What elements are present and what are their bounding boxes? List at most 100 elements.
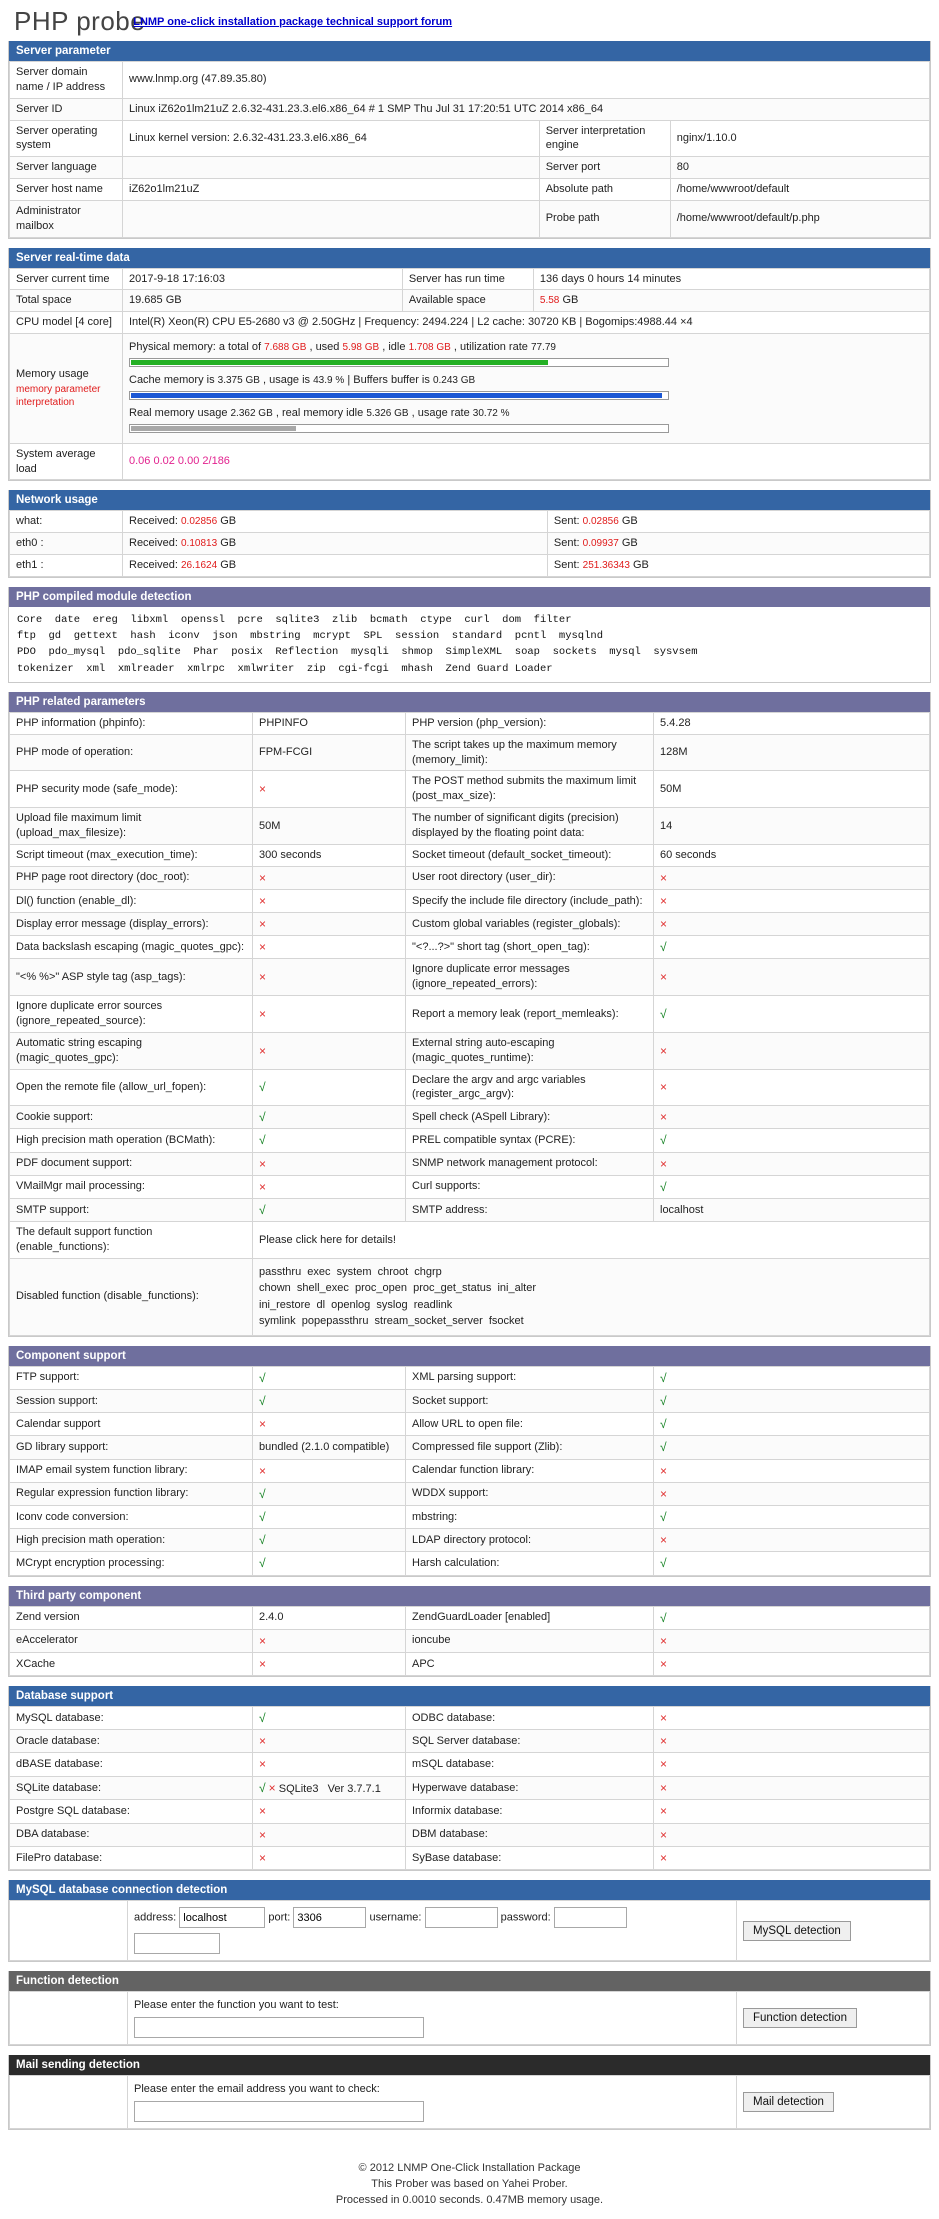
- network-received-cell: Received: 0.02856 GB: [122, 510, 548, 534]
- row-label-2: Specify the include file directory (incl…: [405, 888, 654, 914]
- mysql-port-input[interactable]: [293, 1907, 367, 1929]
- row-label: Server host name: [9, 178, 123, 201]
- php-params-table: PHP information (phpinfo): PHPINFO PHP ver…: [9, 711, 930, 1336]
- table-row: eth0 : Received: 0.10813 GB Sent: 0.0993…: [9, 532, 931, 556]
- row-label-1: DBA database:: [9, 1822, 253, 1847]
- mysql-password-input[interactable]: [553, 1907, 627, 1929]
- mysql-address-input[interactable]: [179, 1907, 266, 1929]
- row-value-1: √: [252, 1068, 406, 1107]
- row-value-1: ×: [252, 1458, 406, 1483]
- php-probe-page: PHP probeLNMP one-click installation pac…: [0, 0, 939, 2219]
- third-party-table: Zend version 2.4.0 ZendGuardLoader [enable…: [9, 1605, 930, 1677]
- php-modules-list: Core date ereg libxml openssl pcre sqlit…: [17, 613, 698, 675]
- row-value-2: √: [653, 995, 930, 1033]
- row-label-2: LDAP directory protocol:: [405, 1528, 654, 1553]
- table-row: Server operating system Linux kernel ver…: [9, 119, 931, 158]
- php-modules-title: PHP compiled module detection: [9, 586, 930, 607]
- server-parameter-section: Server parameter Server domain name / IP…: [8, 41, 931, 239]
- cache-memory-progressbar: [129, 390, 669, 400]
- real-idle: 5.326 GB: [366, 407, 409, 419]
- mysql-fields-cell: address: port: username: password:: [127, 1900, 737, 1962]
- row-label-1: Script timeout (max_execution_time):: [9, 843, 253, 867]
- mysql-extra-input[interactable]: [134, 1933, 220, 1955]
- row-value-2: ×: [653, 1729, 930, 1754]
- function-detection-input[interactable]: [134, 2016, 424, 2038]
- mail-spacer: [9, 2074, 128, 2129]
- table-row: what: Received: 0.02856 GB Sent: 0.02856…: [9, 510, 931, 534]
- mail-detection-prompt: Please enter the email address you want …: [134, 2082, 380, 2095]
- server-parameter-table: Server domain name / IP address www.lnmp…: [9, 61, 931, 238]
- row-value-1: ×: [252, 1628, 406, 1653]
- row-label-1: eAccelerator: [9, 1628, 253, 1653]
- mail-detection-input[interactable]: [134, 2100, 424, 2122]
- physical-rate: 77.79: [530, 342, 556, 354]
- table-row: eAccelerator × ioncube ×: [9, 1628, 930, 1653]
- table-row: Server domain name / IP address www.lnmp…: [9, 61, 930, 99]
- row-label-1: FTP support:: [9, 1365, 253, 1391]
- row-value-1: 50M: [252, 807, 406, 845]
- row-value-1: √: [252, 1197, 406, 1223]
- php-modules-section: PHP compiled module detection Core date …: [8, 586, 931, 683]
- row-label: Server ID: [9, 97, 123, 121]
- row-label-2: Probe path: [538, 199, 671, 238]
- available-space-label: Available space: [401, 289, 534, 313]
- row-label-1: SQLite database:: [9, 1775, 253, 1801]
- third-party-body: Zend version 2.4.0 ZendGuardLoader [enable…: [9, 1605, 930, 1677]
- table-row: PHP information (phpinfo): PHPINFO PHP ver…: [9, 711, 930, 735]
- row-label-2: Allow URL to open file:: [405, 1412, 654, 1437]
- available-space-number: 5.58: [539, 295, 560, 307]
- physical-memory-progressbar: [129, 357, 669, 367]
- row-value-1: ×: [252, 1799, 406, 1824]
- row-label-1: dBASE database:: [9, 1752, 253, 1777]
- row-label-2: Harsh calculation:: [405, 1551, 654, 1576]
- database-title: Database support: [9, 1686, 930, 1707]
- network-received-cell: Received: 0.10813 GB: [122, 532, 548, 556]
- system-load-label: System average load: [9, 442, 123, 481]
- enable-functions-value[interactable]: Please click here for details!: [252, 1221, 930, 1259]
- table-row: Server ID Linux iZ62o1lm21uZ 2.6.32-431.…: [9, 97, 930, 121]
- third-party-section: Third party component Zend version 2.4.0 Z…: [8, 1585, 931, 1678]
- table-row: VMailMgr mail processing: × Curl supports:…: [9, 1174, 930, 1199]
- row-value-1: ×: [252, 1412, 406, 1437]
- available-space-value: 5.58 GB: [532, 289, 931, 313]
- table-row: Regular expression function library: √ WDD…: [9, 1481, 930, 1506]
- row-label-2: APC: [405, 1651, 654, 1677]
- table-row: dBASE database: × mSQL database: ×: [9, 1752, 930, 1777]
- server-parameter-title: Server parameter: [9, 41, 930, 61]
- cache-mid1: , usage is: [262, 373, 311, 386]
- cpu-value: Intel(R) Xeon(R) CPU E5-2680 v3 @ 2.50GH…: [122, 311, 930, 335]
- row-value-1: √ × SQLite3 Ver 3.7.7.1: [252, 1775, 406, 1801]
- row-label-2: User root directory (user_dir):: [405, 865, 654, 890]
- row-label-1: High precision math operation:: [9, 1528, 253, 1553]
- real-memory-line: Real memory usage 2.362 GB , real memory…: [129, 405, 923, 422]
- row-value-1: ×: [252, 1752, 406, 1777]
- mail-detection-button[interactable]: Mail detection: [743, 2091, 834, 2112]
- mysql-detection-button[interactable]: MySQL detection: [743, 1920, 851, 1941]
- memory-label-cell: Memory usage memory parameter interpreta…: [9, 333, 123, 444]
- function-detection-button[interactable]: Function detection: [743, 2007, 857, 2028]
- sent-label: Sent:: [553, 559, 580, 572]
- php-params-section: PHP related parameters PHP information (…: [8, 691, 931, 1337]
- real-mid1: , real memory idle: [275, 406, 364, 419]
- row-value-2: √: [653, 1551, 930, 1576]
- table-row: Display error message (display_errors): ×…: [9, 912, 930, 937]
- row-value: www.lnmp.org (47.89.35.80): [122, 61, 930, 99]
- received-unit: GB: [220, 559, 237, 572]
- row-value-2: 50M: [653, 770, 930, 809]
- row-value-2: √: [653, 1504, 930, 1530]
- support-forum-link[interactable]: LNMP one-click installation package tech…: [133, 16, 452, 28]
- table-row: Please enter the email address you want …: [9, 2074, 930, 2129]
- run-time-label: Server has run time: [401, 267, 534, 291]
- table-row: MySQL database: √ ODBC database: ×: [9, 1706, 930, 1731]
- row-label-2: Report a memory leak (report_memleaks):: [405, 995, 654, 1033]
- table-row: Server language Server port 80: [9, 156, 931, 180]
- row-value-2: ×: [653, 1481, 930, 1506]
- table-row: IMAP email system function library: × Cale…: [9, 1458, 930, 1483]
- mysql-username-input[interactable]: [424, 1907, 498, 1929]
- row-value-2: ×: [653, 1799, 930, 1824]
- row-value-2: /home/wwwroot/default/p.php: [669, 199, 931, 238]
- row-value-1: √: [252, 1388, 406, 1414]
- row-label-2: Server port: [538, 156, 671, 180]
- cache-size: 3.375 GB: [217, 374, 260, 386]
- memory-parameter-interpretation-link[interactable]: memory parameter interpretation: [16, 384, 116, 409]
